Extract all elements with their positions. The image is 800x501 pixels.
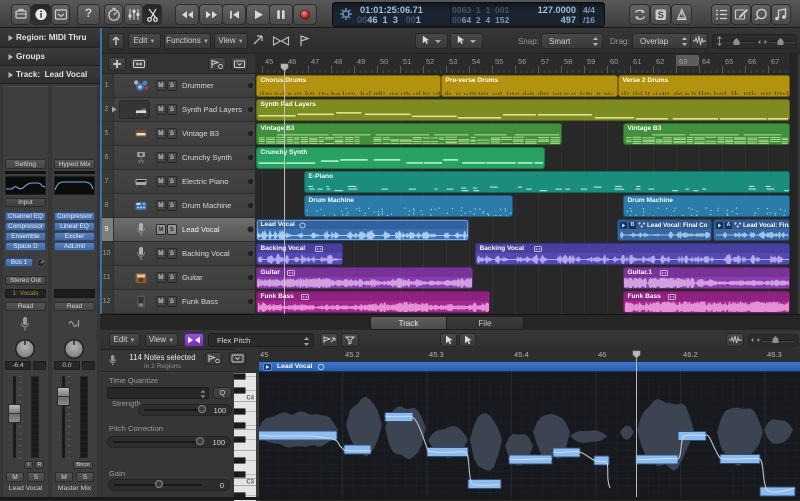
svg-text:C3: C3 bbox=[246, 479, 254, 485]
svg-text:C4: C4 bbox=[246, 395, 254, 401]
svg-text:S: S bbox=[658, 10, 664, 20]
